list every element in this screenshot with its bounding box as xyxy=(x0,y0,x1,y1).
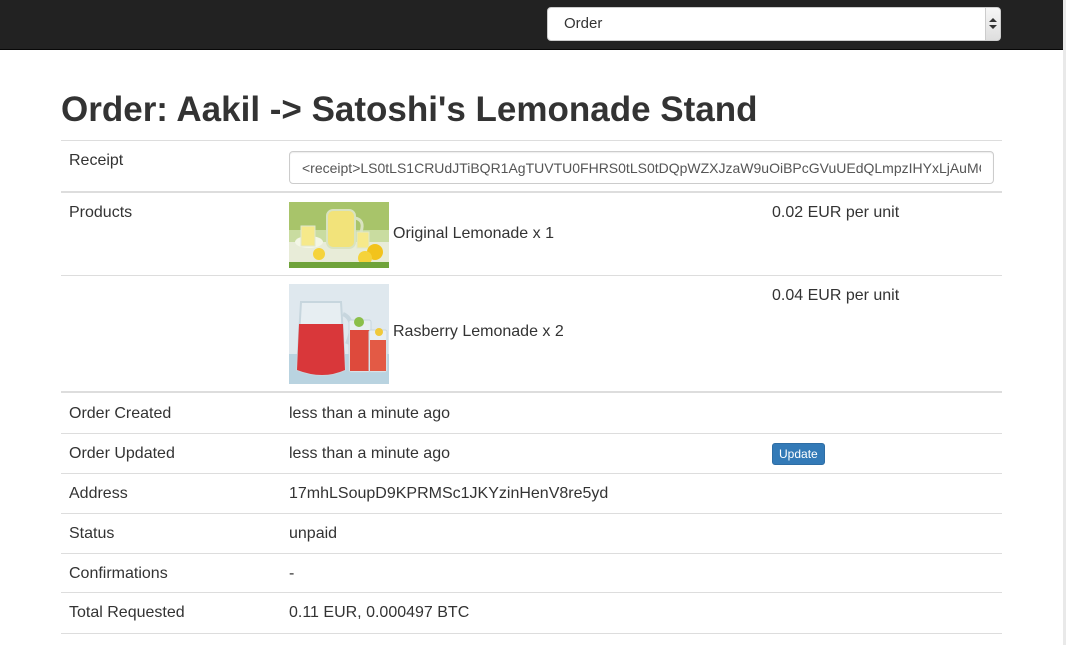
status-label: Status xyxy=(69,525,115,542)
order-created-label: Order Created xyxy=(69,405,172,422)
receipt-row: Receipt xyxy=(61,140,1002,192)
update-button[interactable]: Update xyxy=(772,443,825,465)
product-row: Products Original Lemonade x 1 0.02 EUR … xyxy=(61,191,1002,275)
product-row: Rasberry Lemonade x 2 0.04 EUR per unit xyxy=(61,275,1002,392)
product-name: Rasberry Lemonade x 2 xyxy=(393,323,564,340)
order-created-row: Order Created less than a minute ago xyxy=(61,391,1002,433)
total-value: 0.11 EUR, 0.000497 BTC xyxy=(289,604,470,621)
product-price: 0.04 EUR per unit xyxy=(772,287,900,304)
confirmations-label: Confirmations xyxy=(69,565,168,582)
total-label: Total Requested xyxy=(69,604,185,621)
products-label: Products xyxy=(69,204,133,221)
select-arrows-icon xyxy=(985,8,1000,40)
address-value: 17mhLSoupD9KPRMSc1JKYzinHenV8re5yd xyxy=(289,485,609,502)
status-row: Status unpaid xyxy=(61,513,1002,554)
page-title: Order: Aakil -> Satoshi's Lemonade Stand xyxy=(61,90,758,129)
rasberry-lemonade-image xyxy=(289,284,389,384)
product-price: 0.02 EUR per unit xyxy=(772,204,900,221)
receipt-label: Receipt xyxy=(69,152,124,169)
status-value: unpaid xyxy=(289,525,338,542)
confirmations-value: - xyxy=(289,565,295,582)
order-created-value: less than a minute ago xyxy=(289,405,450,422)
order-updated-row: Order Updated less than a minute ago Upd… xyxy=(61,433,1002,474)
address-label: Address xyxy=(69,485,128,502)
page-select-dropdown[interactable]: Order xyxy=(547,7,1001,41)
receipt-field[interactable] xyxy=(289,151,994,184)
main-content: Order: Aakil -> Satoshi's Lemonade Stand… xyxy=(0,50,1063,645)
product-name: Original Lemonade x 1 xyxy=(393,225,554,242)
original-lemonade-image xyxy=(289,202,389,268)
total-row: Total Requested 0.11 EUR, 0.000497 BTC xyxy=(61,592,1002,634)
order-updated-label: Order Updated xyxy=(69,445,175,462)
confirmations-row: Confirmations - xyxy=(61,553,1002,594)
page-select-value: Order xyxy=(564,15,603,32)
order-updated-value: less than a minute ago xyxy=(289,445,450,462)
address-row: Address 17mhLSoupD9KPRMSc1JKYzinHenV8re5… xyxy=(61,473,1002,514)
navbar: Order xyxy=(0,0,1063,50)
